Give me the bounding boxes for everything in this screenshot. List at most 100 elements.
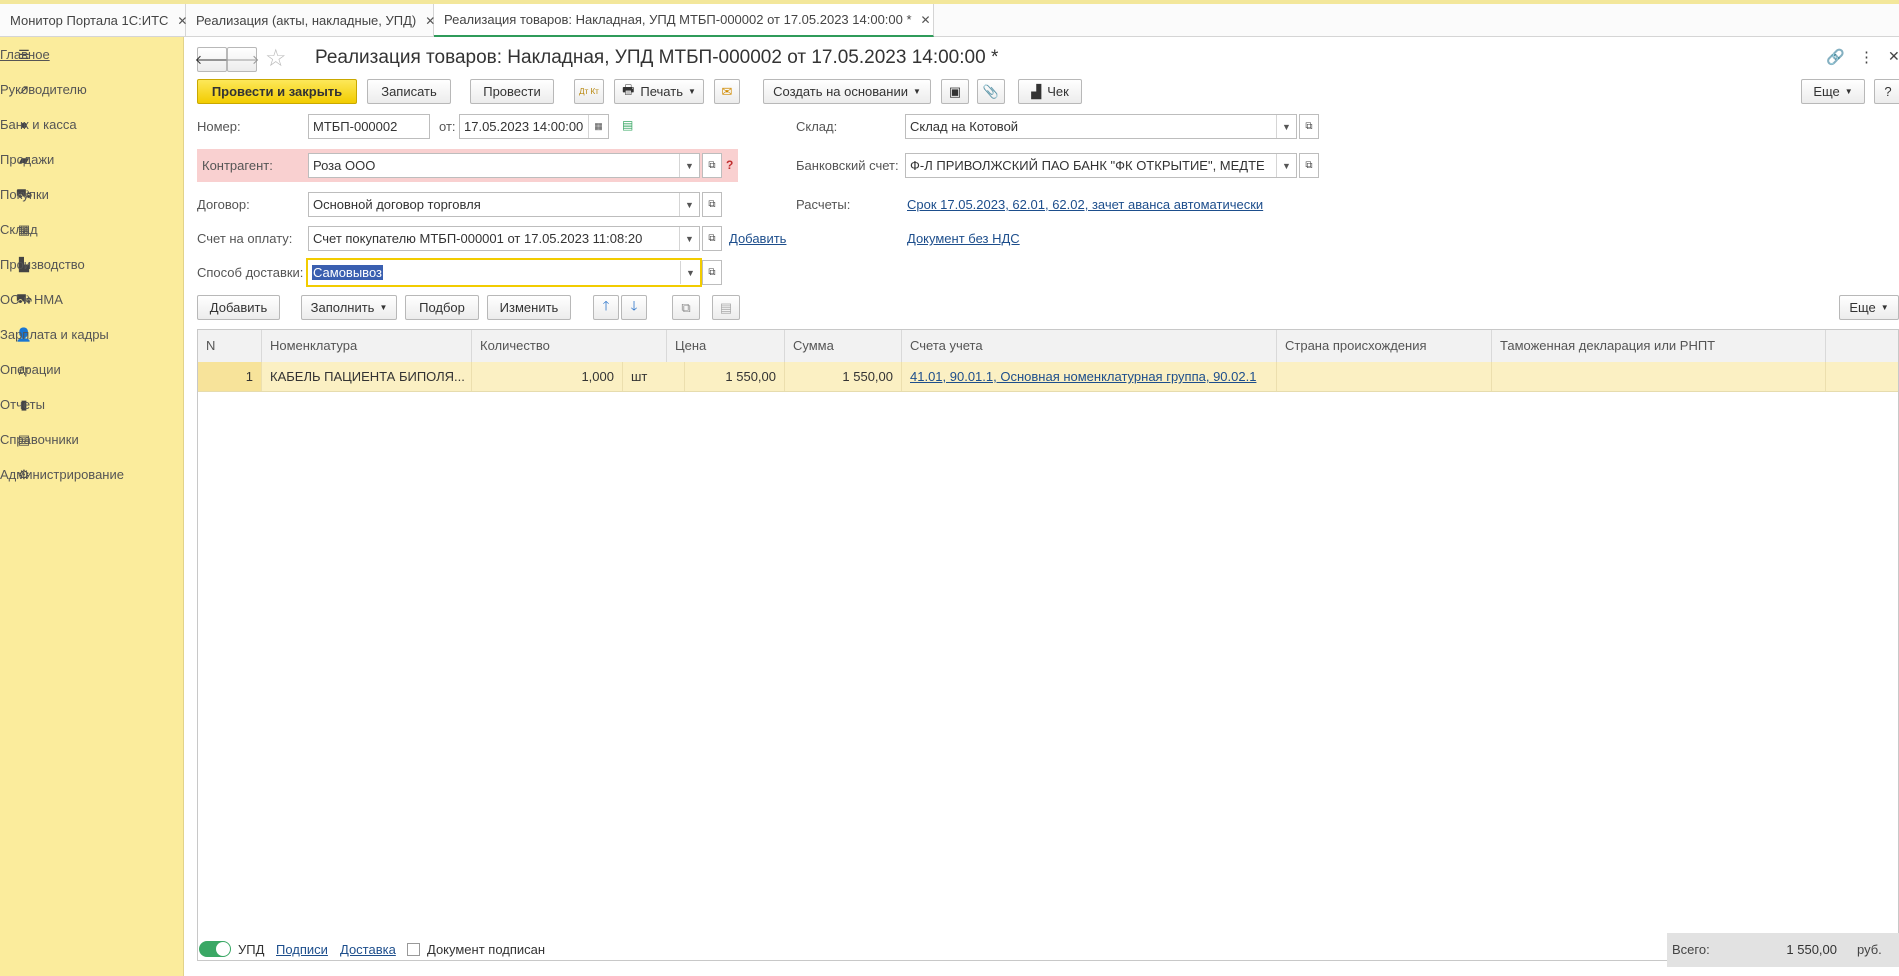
sidebar-item-label: Производство bbox=[0, 257, 85, 272]
invoice-field[interactable]: Счет покупателю МТБП-000001 от 17.05.202… bbox=[308, 226, 700, 251]
sidebar-item-warehouse[interactable]: ▦ Склад bbox=[0, 212, 184, 247]
tab-sales-list[interactable]: Реализация (акты, накладные, УПД) ✕ bbox=[186, 4, 435, 37]
warehouse-field[interactable]: Склад на Котовой ▼ bbox=[905, 114, 1297, 139]
save-button[interactable]: Записать bbox=[367, 79, 451, 104]
copy-row-button[interactable]: ⧉ bbox=[672, 295, 700, 320]
sidebar-item-assets[interactable]: ⛟ ОС и НМА bbox=[0, 282, 184, 317]
chevron-down-icon[interactable]: ▼ bbox=[679, 227, 699, 250]
chevron-down-icon[interactable]: ▼ bbox=[679, 154, 699, 177]
more-button[interactable]: Еще ▼ bbox=[1801, 79, 1865, 104]
sidebar-item-sales[interactable]: ▰ Продажи bbox=[0, 142, 184, 177]
post-button[interactable]: Провести bbox=[470, 79, 554, 104]
more-vertical-icon[interactable]: ⋮ bbox=[1859, 48, 1874, 66]
sidebar-item-manager[interactable]: ↗ Руководителю bbox=[0, 72, 184, 107]
number-field[interactable]: МТБП-000002 bbox=[308, 114, 430, 139]
sidebar-item-bank[interactable]: ● Банк и касса bbox=[0, 107, 184, 142]
receipt-button[interactable]: ▟ Чек bbox=[1018, 79, 1082, 104]
table-row[interactable]: 1 КАБЕЛЬ ПАЦИЕНТА БИПОЛЯ... 1,000 шт 1 5… bbox=[198, 362, 1898, 392]
envelope-icon: ✉ bbox=[721, 83, 733, 99]
cell-price: 1 550,00 bbox=[667, 362, 785, 391]
attach-button[interactable]: 📎 bbox=[977, 79, 1005, 104]
sidebar-item-main[interactable]: ☰ Главное bbox=[0, 37, 184, 72]
column-header-item[interactable]: Номенклатура bbox=[262, 330, 472, 362]
chevron-down-icon[interactable]: ▼ bbox=[680, 261, 700, 284]
sidebar-item-operations[interactable]: Дт Операции bbox=[0, 352, 184, 387]
column-header-sum[interactable]: Сумма bbox=[785, 330, 902, 362]
post-and-close-button[interactable]: Провести и закрыть bbox=[197, 79, 357, 104]
forward-button[interactable]: 🡒 bbox=[225, 47, 259, 72]
chevron-down-icon[interactable]: ▼ bbox=[1276, 154, 1296, 177]
sidebar-item-directories[interactable]: ▤ Справочники bbox=[0, 422, 184, 457]
column-header-quantity[interactable]: Количество bbox=[472, 330, 667, 362]
column-header-customs[interactable]: Таможенная декларация или РНПТ bbox=[1492, 330, 1826, 362]
table-more-button[interactable]: Еще ▼ bbox=[1839, 295, 1899, 320]
fill-button[interactable]: Заполнить ▼ bbox=[301, 295, 397, 320]
cell-quantity: 1,000 bbox=[472, 362, 623, 391]
structure-button[interactable]: ▣ bbox=[941, 79, 969, 104]
chevron-down-icon[interactable]: ▼ bbox=[679, 193, 699, 216]
add-row-button[interactable]: Добавить bbox=[197, 295, 280, 320]
column-header-accounts[interactable]: Счета учета bbox=[902, 330, 1277, 362]
calendar-icon[interactable]: ▦ bbox=[588, 115, 608, 138]
open-warehouse-button[interactable]: ⧉ bbox=[1299, 114, 1319, 139]
counterparty-label: Контрагент: bbox=[202, 158, 273, 173]
sidebar-item-label: Справочники bbox=[0, 432, 79, 447]
bank-account-field[interactable]: Ф-Л ПРИВОЛЖСКИЙ ПАО БАНК "ФК ОТКРЫТИЕ", … bbox=[905, 153, 1297, 178]
upd-toggle[interactable] bbox=[199, 941, 231, 957]
help-button[interactable]: ? bbox=[1874, 79, 1899, 104]
tab-bar: Монитор Портала 1С:ИТС ✕ Реализация (акт… bbox=[0, 0, 1899, 37]
register-movements-icon[interactable]: ▤ bbox=[622, 118, 633, 132]
tab-sales-document[interactable]: Реализация товаров: Накладная, УПД МТБП-… bbox=[434, 4, 934, 37]
tab-its-monitor[interactable]: Монитор Портала 1С:ИТС ✕ bbox=[0, 4, 187, 37]
favorite-star-icon[interactable]: ☆ bbox=[265, 44, 287, 73]
create-based-on-button[interactable]: Создать на основании ▼ bbox=[763, 79, 931, 104]
print-button[interactable]: 🖶 Печать ▼ bbox=[614, 79, 704, 104]
move-up-button[interactable]: 🡑 bbox=[593, 295, 619, 320]
structure-icon: ▣ bbox=[948, 83, 962, 99]
link-icon[interactable]: 🔗 bbox=[1826, 48, 1845, 66]
sidebar-item-label: Отчеты bbox=[0, 397, 45, 412]
dt-kt-button[interactable]: Дт Кт bbox=[574, 79, 604, 104]
document-signed-checkbox[interactable] bbox=[407, 943, 420, 956]
close-icon[interactable]: ✕ bbox=[921, 13, 931, 27]
open-delivery-button[interactable]: ⧉ bbox=[702, 260, 722, 285]
signatures-link[interactable]: Подписи bbox=[276, 942, 328, 957]
invoice-value: Счет покупателю МТБП-000001 от 17.05.202… bbox=[313, 231, 643, 246]
pick-button[interactable]: Подбор bbox=[405, 295, 479, 320]
close-form-icon[interactable]: ✕ bbox=[1888, 48, 1899, 65]
chevron-down-icon[interactable]: ▼ bbox=[1276, 115, 1296, 138]
open-counterparty-button[interactable]: ⧉ bbox=[702, 153, 722, 178]
open-invoice-button[interactable]: ⧉ bbox=[702, 226, 722, 251]
delivery-field[interactable]: Самовывоз ▼ bbox=[306, 258, 702, 287]
sidebar-item-administration[interactable]: ⚙ Администрирование bbox=[0, 457, 184, 492]
accounts-link[interactable]: 41.01, 90.01.1, Основная номенклатурная … bbox=[910, 369, 1256, 384]
counterparty-warning-icon[interactable]: ? bbox=[726, 158, 733, 172]
column-header-n[interactable]: N bbox=[198, 330, 262, 362]
date-field[interactable]: 17.05.2023 14:00:00 ▦ bbox=[459, 114, 609, 139]
contract-field[interactable]: Основной договор торговля ▼ bbox=[308, 192, 700, 217]
sidebar-item-payroll[interactable]: 👤 Зарплата и кадры bbox=[0, 317, 184, 352]
counterparty-field[interactable]: Роза ООО ▼ bbox=[308, 153, 700, 178]
column-header-price[interactable]: Цена bbox=[667, 330, 785, 362]
warehouse-label: Склад: bbox=[796, 119, 838, 134]
delivery-value: Самовывоз bbox=[312, 265, 383, 280]
back-button[interactable]: 🡐 bbox=[195, 47, 229, 72]
delivery-link[interactable]: Доставка bbox=[340, 942, 396, 957]
vat-document-link[interactable]: Документ без НДС bbox=[907, 231, 1020, 246]
open-contract-button[interactable]: ⧉ bbox=[702, 192, 722, 217]
cell-customs bbox=[1492, 362, 1826, 391]
invoice-add-link[interactable]: Добавить bbox=[729, 231, 786, 246]
email-button[interactable]: ✉ bbox=[714, 79, 740, 104]
open-bank-account-button[interactable]: ⧉ bbox=[1299, 153, 1319, 178]
sidebar-item-reports[interactable]: ▮ Отчеты bbox=[0, 387, 184, 422]
sidebar-item-production[interactable]: ▙ Производство bbox=[0, 247, 184, 282]
move-down-button[interactable]: 🡓 bbox=[621, 295, 647, 320]
column-header-country[interactable]: Страна происхождения bbox=[1277, 330, 1492, 362]
settlements-link[interactable]: Срок 17.05.2023, 62.01, 62.02, зачет ава… bbox=[907, 197, 1263, 212]
total-currency: руб. bbox=[1857, 942, 1882, 957]
print-label: Печать bbox=[640, 84, 683, 99]
paste-button[interactable]: ▤ bbox=[712, 295, 740, 320]
sidebar-item-purchases[interactable]: ⛟ Покупки bbox=[0, 177, 184, 212]
change-button[interactable]: Изменить bbox=[487, 295, 571, 320]
dropdown-arrow-icon: ▼ bbox=[687, 87, 696, 96]
